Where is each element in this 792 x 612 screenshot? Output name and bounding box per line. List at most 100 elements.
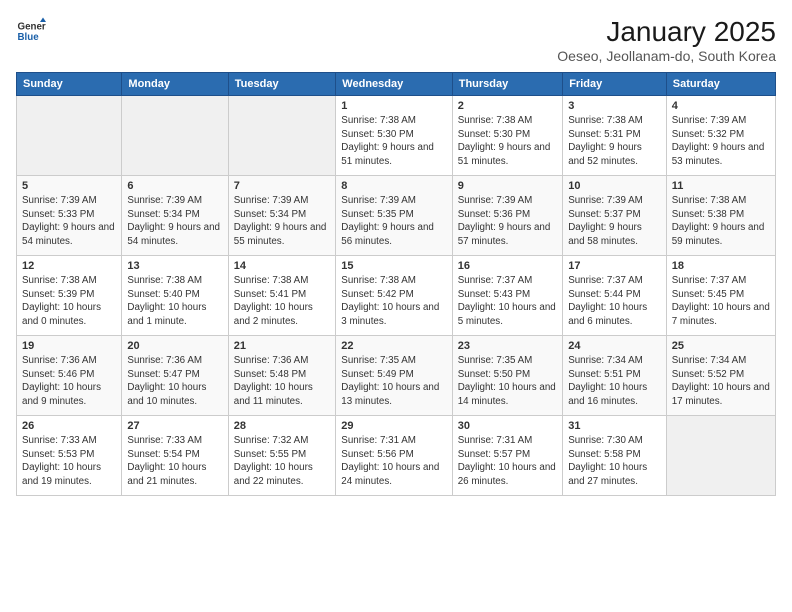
calendar-cell: 25 Sunrise: 7:34 AM Sunset: 5:52 PM Dayli… bbox=[666, 336, 775, 416]
day-info: Sunrise: 7:36 AM Sunset: 5:47 PM Dayligh… bbox=[127, 354, 222, 409]
day-info: Sunrise: 7:34 AM Sunset: 5:51 PM Dayligh… bbox=[568, 354, 661, 409]
calendar-table: SundayMondayTuesdayWednesdayThursdayFrid… bbox=[16, 72, 776, 496]
day-info: Sunrise: 7:39 AM Sunset: 5:34 PM Dayligh… bbox=[234, 194, 331, 249]
day-number: 30 bbox=[458, 420, 557, 432]
calendar-cell: 6 Sunrise: 7:39 AM Sunset: 5:34 PM Daylig… bbox=[122, 176, 228, 256]
day-info: Sunrise: 7:36 AM Sunset: 5:48 PM Dayligh… bbox=[234, 354, 331, 409]
day-info: Sunrise: 7:38 AM Sunset: 5:38 PM Dayligh… bbox=[672, 194, 770, 249]
day-info: Sunrise: 7:35 AM Sunset: 5:49 PM Dayligh… bbox=[341, 354, 446, 409]
calendar-cell: 15 Sunrise: 7:38 AM Sunset: 5:42 PM Dayli… bbox=[336, 256, 452, 336]
calendar-cell: 18Sunrise: 7:37 AM Sunset: 5:45 PM Dayli… bbox=[666, 256, 775, 336]
day-info: Sunrise: 7:39 AM Sunset: 5:34 PM Dayligh… bbox=[127, 194, 222, 249]
day-info: Sunrise: 7:39 AM Sunset: 5:36 PM Dayligh… bbox=[458, 194, 557, 249]
calendar-subtitle: Oeseo, Jeollanam-do, South Korea bbox=[557, 48, 776, 64]
day-info: Sunrise: 7:31 AM Sunset: 5:56 PM Dayligh… bbox=[341, 434, 446, 489]
calendar-cell: 28 Sunrise: 7:32 AM Sunset: 5:55 PM Dayli… bbox=[228, 416, 336, 496]
weekday-header-monday: Monday bbox=[122, 73, 228, 96]
weekday-header-sunday: Sunday bbox=[17, 73, 122, 96]
day-number: 22 bbox=[341, 340, 446, 352]
day-info: Sunrise: 7:39 AM Sunset: 5:33 PM Dayligh… bbox=[22, 194, 116, 249]
calendar-cell: 20 Sunrise: 7:36 AM Sunset: 5:47 PM Dayli… bbox=[122, 336, 228, 416]
day-info: Sunrise: 7:38 AM Sunset: 5:31 PM Dayligh… bbox=[568, 114, 661, 169]
day-info: Sunrise: 7:34 AM Sunset: 5:52 PM Dayligh… bbox=[672, 354, 770, 409]
calendar-cell: 3 Sunrise: 7:38 AM Sunset: 5:31 PM Daylig… bbox=[563, 96, 667, 176]
day-number: 18 bbox=[672, 260, 770, 272]
calendar-cell: 29 Sunrise: 7:31 AM Sunset: 5:56 PM Dayli… bbox=[336, 416, 452, 496]
calendar-cell: 27 Sunrise: 7:33 AM Sunset: 5:54 PM Dayli… bbox=[122, 416, 228, 496]
calendar-cell: 9 Sunrise: 7:39 AM Sunset: 5:36 PM Daylig… bbox=[452, 176, 562, 256]
calendar-cell bbox=[122, 96, 228, 176]
day-number: 6 bbox=[127, 180, 222, 192]
day-number: 7 bbox=[234, 180, 331, 192]
calendar-cell: 21Sunrise: 7:36 AM Sunset: 5:48 PM Dayli… bbox=[228, 336, 336, 416]
weekday-header-wednesday: Wednesday bbox=[336, 73, 452, 96]
day-number: 11 bbox=[672, 180, 770, 192]
day-number: 31 bbox=[568, 420, 661, 432]
day-number: 14 bbox=[234, 260, 331, 272]
calendar-cell: 8 Sunrise: 7:39 AM Sunset: 5:35 PM Daylig… bbox=[336, 176, 452, 256]
calendar-cell: 2 Sunrise: 7:38 AM Sunset: 5:30 PM Daylig… bbox=[452, 96, 562, 176]
weekday-header-saturday: Saturday bbox=[666, 73, 775, 96]
calendar-cell: 7 Sunrise: 7:39 AM Sunset: 5:34 PM Daylig… bbox=[228, 176, 336, 256]
weekday-header-thursday: Thursday bbox=[452, 73, 562, 96]
day-number: 17 bbox=[568, 260, 661, 272]
day-info: Sunrise: 7:37 AM Sunset: 5:43 PM Dayligh… bbox=[458, 274, 557, 329]
day-info: Sunrise: 7:37 AM Sunset: 5:44 PM Dayligh… bbox=[568, 274, 661, 329]
day-number: 24 bbox=[568, 340, 661, 352]
svg-text:General: General bbox=[18, 22, 47, 33]
weekday-header-row: SundayMondayTuesdayWednesdayThursdayFrid… bbox=[17, 73, 776, 96]
day-number: 25 bbox=[672, 340, 770, 352]
week-row-3: 12Sunrise: 7:38 AM Sunset: 5:39 PM Dayli… bbox=[17, 256, 776, 336]
day-number: 29 bbox=[341, 420, 446, 432]
day-number: 28 bbox=[234, 420, 331, 432]
day-info: Sunrise: 7:39 AM Sunset: 5:35 PM Dayligh… bbox=[341, 194, 446, 249]
day-info: Sunrise: 7:35 AM Sunset: 5:50 PM Dayligh… bbox=[458, 354, 557, 409]
day-info: Sunrise: 7:36 AM Sunset: 5:46 PM Dayligh… bbox=[22, 354, 116, 409]
day-info: Sunrise: 7:31 AM Sunset: 5:57 PM Dayligh… bbox=[458, 434, 557, 489]
calendar-cell: 23Sunrise: 7:35 AM Sunset: 5:50 PM Dayli… bbox=[452, 336, 562, 416]
calendar-cell: 31 Sunrise: 7:30 AM Sunset: 5:58 PM Dayli… bbox=[563, 416, 667, 496]
day-number: 16 bbox=[458, 260, 557, 272]
day-number: 19 bbox=[22, 340, 116, 352]
day-number: 9 bbox=[458, 180, 557, 192]
calendar-cell: 19 Sunrise: 7:36 AM Sunset: 5:46 PM Dayli… bbox=[17, 336, 122, 416]
calendar-cell: 17 Sunrise: 7:37 AM Sunset: 5:44 PM Dayli… bbox=[563, 256, 667, 336]
day-info: Sunrise: 7:33 AM Sunset: 5:54 PM Dayligh… bbox=[127, 434, 222, 489]
day-number: 12 bbox=[22, 260, 116, 272]
day-info: Sunrise: 7:38 AM Sunset: 5:30 PM Dayligh… bbox=[341, 114, 446, 169]
svg-text:Blue: Blue bbox=[18, 32, 40, 43]
day-info: Sunrise: 7:32 AM Sunset: 5:55 PM Dayligh… bbox=[234, 434, 331, 489]
day-number: 15 bbox=[341, 260, 446, 272]
calendar-cell: 14 Sunrise: 7:38 AM Sunset: 5:41 PM Dayli… bbox=[228, 256, 336, 336]
calendar-title: January 2025 bbox=[557, 16, 776, 48]
calendar-cell: 30 Sunrise: 7:31 AM Sunset: 5:57 PM Dayli… bbox=[452, 416, 562, 496]
calendar-cell: 5Sunrise: 7:39 AM Sunset: 5:33 PM Daylig… bbox=[17, 176, 122, 256]
calendar-cell bbox=[17, 96, 122, 176]
day-number: 2 bbox=[458, 100, 557, 112]
calendar-cell: 12Sunrise: 7:38 AM Sunset: 5:39 PM Dayli… bbox=[17, 256, 122, 336]
day-info: Sunrise: 7:38 AM Sunset: 5:30 PM Dayligh… bbox=[458, 114, 557, 169]
day-number: 20 bbox=[127, 340, 222, 352]
day-info: Sunrise: 7:39 AM Sunset: 5:37 PM Dayligh… bbox=[568, 194, 661, 249]
weekday-header-tuesday: Tuesday bbox=[228, 73, 336, 96]
calendar-cell: 1Sunrise: 7:38 AM Sunset: 5:30 PM Daylig… bbox=[336, 96, 452, 176]
day-number: 8 bbox=[341, 180, 446, 192]
day-info: Sunrise: 7:38 AM Sunset: 5:41 PM Dayligh… bbox=[234, 274, 331, 329]
calendar-cell bbox=[666, 416, 775, 496]
title-block: January 2025 Oeseo, Jeollanam-do, South … bbox=[557, 16, 776, 64]
day-info: Sunrise: 7:30 AM Sunset: 5:58 PM Dayligh… bbox=[568, 434, 661, 489]
logo: General Blue bbox=[16, 16, 46, 46]
day-info: Sunrise: 7:38 AM Sunset: 5:42 PM Dayligh… bbox=[341, 274, 446, 329]
calendar-cell bbox=[228, 96, 336, 176]
logo-icon: General Blue bbox=[16, 16, 46, 46]
day-info: Sunrise: 7:39 AM Sunset: 5:32 PM Dayligh… bbox=[672, 114, 770, 169]
calendar-cell: 24 Sunrise: 7:34 AM Sunset: 5:51 PM Dayli… bbox=[563, 336, 667, 416]
week-row-1: 1Sunrise: 7:38 AM Sunset: 5:30 PM Daylig… bbox=[17, 96, 776, 176]
calendar-cell: 22 Sunrise: 7:35 AM Sunset: 5:49 PM Dayli… bbox=[336, 336, 452, 416]
page-header: General Blue January 2025 Oeseo, Jeollan… bbox=[16, 16, 776, 64]
calendar-cell: 4Sunrise: 7:39 AM Sunset: 5:32 PM Daylig… bbox=[666, 96, 775, 176]
day-info: Sunrise: 7:38 AM Sunset: 5:40 PM Dayligh… bbox=[127, 274, 222, 329]
day-number: 3 bbox=[568, 100, 661, 112]
week-row-5: 26Sunrise: 7:33 AM Sunset: 5:53 PM Dayli… bbox=[17, 416, 776, 496]
day-number: 27 bbox=[127, 420, 222, 432]
